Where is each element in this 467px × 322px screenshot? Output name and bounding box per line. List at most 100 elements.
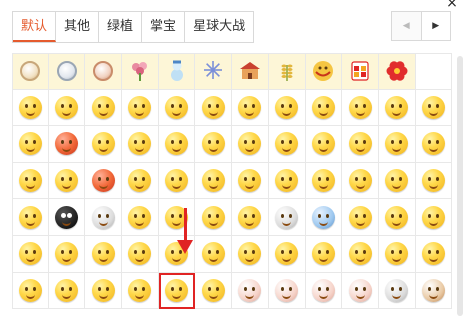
emoji-cell[interactable] bbox=[158, 89, 196, 127]
close-icon[interactable]: × bbox=[445, 0, 459, 10]
emoji-cell[interactable] bbox=[268, 53, 306, 90]
emoji-cell[interactable] bbox=[48, 235, 86, 273]
emoji-cell[interactable] bbox=[158, 126, 196, 163]
emoji-cell[interactable] bbox=[48, 199, 86, 236]
emoji-cell[interactable] bbox=[195, 89, 233, 127]
emoji-cell[interactable] bbox=[195, 235, 233, 273]
emoji-cell[interactable] bbox=[85, 126, 123, 163]
emoji-cell[interactable] bbox=[378, 162, 416, 200]
tab-zhangbao[interactable]: 掌宝 bbox=[142, 12, 186, 42]
emoji-cell-highlighted[interactable] bbox=[158, 272, 196, 310]
laugh-emoji-icon bbox=[165, 95, 189, 119]
emoji-cell[interactable] bbox=[232, 199, 269, 236]
emoji-cell[interactable] bbox=[378, 272, 416, 310]
emoji-cell[interactable] bbox=[48, 126, 86, 163]
emoji-cell[interactable] bbox=[378, 235, 416, 273]
emoji-cell[interactable] bbox=[48, 53, 86, 90]
emoji-cell[interactable] bbox=[268, 89, 306, 127]
yawn-emoji-icon bbox=[348, 205, 372, 229]
emoji-cell[interactable] bbox=[232, 53, 269, 90]
emoji-cell[interactable] bbox=[85, 272, 123, 310]
emoji-cell[interactable] bbox=[268, 126, 306, 163]
next-page-button[interactable]: ▶ bbox=[420, 12, 450, 40]
emoji-cell[interactable] bbox=[122, 199, 159, 236]
emoji-cell[interactable] bbox=[158, 162, 196, 200]
emoji-cell[interactable] bbox=[122, 272, 159, 310]
tab-default[interactable]: 默认 bbox=[13, 12, 57, 42]
emoji-cell[interactable] bbox=[378, 199, 416, 236]
emoji-cell[interactable] bbox=[85, 199, 123, 236]
emoji-cell[interactable] bbox=[48, 89, 86, 127]
emoji-cell[interactable] bbox=[232, 126, 269, 163]
emoji-cell[interactable] bbox=[158, 53, 196, 90]
emoji-cell[interactable] bbox=[415, 272, 453, 310]
emoji-cell[interactable] bbox=[305, 53, 343, 90]
bronze-medal-icon bbox=[91, 59, 115, 83]
emoji-cell[interactable] bbox=[12, 162, 49, 200]
emoji-cell[interactable] bbox=[268, 272, 306, 310]
emoji-cell[interactable] bbox=[342, 272, 379, 310]
emoji-cell[interactable] bbox=[305, 89, 343, 127]
emoji-cell[interactable] bbox=[122, 126, 159, 163]
emoji-cell[interactable] bbox=[232, 235, 269, 273]
angry-red-emoji-icon bbox=[55, 132, 79, 156]
emoji-cell[interactable] bbox=[305, 235, 343, 273]
emoji-cell[interactable] bbox=[342, 126, 379, 163]
tab-plants[interactable]: 绿植 bbox=[99, 12, 143, 42]
emoji-cell[interactable] bbox=[268, 199, 306, 236]
emoji-cell[interactable] bbox=[305, 272, 343, 310]
emoji-cell[interactable] bbox=[12, 89, 49, 127]
emoji-cell[interactable] bbox=[158, 199, 196, 236]
prev-page-button[interactable]: ◀ bbox=[392, 12, 421, 40]
emoji-cell[interactable] bbox=[378, 126, 416, 163]
emoji-cell[interactable] bbox=[12, 53, 49, 90]
emoji-cell[interactable] bbox=[232, 272, 269, 310]
emoji-cell[interactable] bbox=[342, 162, 379, 200]
emoji-cell[interactable] bbox=[12, 272, 49, 310]
emoji-cell[interactable] bbox=[85, 89, 123, 127]
pig-cute-emoji-icon bbox=[311, 278, 335, 302]
emoji-cell[interactable] bbox=[415, 89, 453, 127]
emoji-cell[interactable] bbox=[305, 162, 343, 200]
emoji-cell[interactable] bbox=[415, 199, 453, 236]
emoji-cell[interactable] bbox=[195, 53, 233, 90]
emoji-cell[interactable] bbox=[12, 199, 49, 236]
emoji-cell[interactable] bbox=[122, 235, 159, 273]
emoji-cell[interactable] bbox=[122, 53, 159, 90]
emoji-cell[interactable] bbox=[195, 199, 233, 236]
emoji-cell[interactable] bbox=[85, 53, 123, 90]
emoji-cell[interactable] bbox=[195, 126, 233, 163]
emoji-cell[interactable] bbox=[268, 235, 306, 273]
emoji-cell[interactable] bbox=[122, 89, 159, 127]
emoji-cell[interactable] bbox=[415, 235, 453, 273]
emoji-cell[interactable] bbox=[415, 162, 453, 200]
emoji-cell[interactable] bbox=[232, 89, 269, 127]
emoji-cell[interactable] bbox=[232, 162, 269, 200]
tab-other[interactable]: 其他 bbox=[56, 12, 100, 42]
emoji-cell[interactable] bbox=[342, 199, 379, 236]
emoji-cell[interactable] bbox=[122, 162, 159, 200]
rage-emoji-icon bbox=[128, 242, 152, 266]
emoji-cell[interactable] bbox=[12, 126, 49, 163]
emoji-cell[interactable] bbox=[378, 89, 416, 127]
emoji-cell[interactable] bbox=[48, 162, 86, 200]
emoji-cell[interactable] bbox=[12, 235, 49, 273]
emoji-cell[interactable] bbox=[195, 272, 233, 310]
cheers-emoji-icon bbox=[348, 242, 372, 266]
emoji-cell[interactable] bbox=[342, 89, 379, 127]
emoji-cell[interactable] bbox=[85, 162, 123, 200]
emoji-cell[interactable] bbox=[342, 235, 379, 273]
emoji-cell[interactable] bbox=[342, 53, 379, 90]
victory-emoji-icon bbox=[201, 242, 225, 266]
emoji-cell[interactable] bbox=[195, 162, 233, 200]
emoji-cell[interactable] bbox=[48, 272, 86, 310]
emoji-cell[interactable] bbox=[85, 235, 123, 273]
emoji-cell[interactable] bbox=[378, 53, 416, 90]
emoji-cell[interactable] bbox=[415, 126, 453, 163]
wheat-icon bbox=[275, 59, 299, 83]
emoji-cell[interactable] bbox=[268, 162, 306, 200]
emoji-cell[interactable] bbox=[305, 199, 343, 236]
tab-star-wars[interactable]: 星球大战 bbox=[185, 12, 255, 42]
emoji-cell[interactable] bbox=[305, 126, 343, 163]
scrollbar[interactable] bbox=[457, 56, 463, 316]
